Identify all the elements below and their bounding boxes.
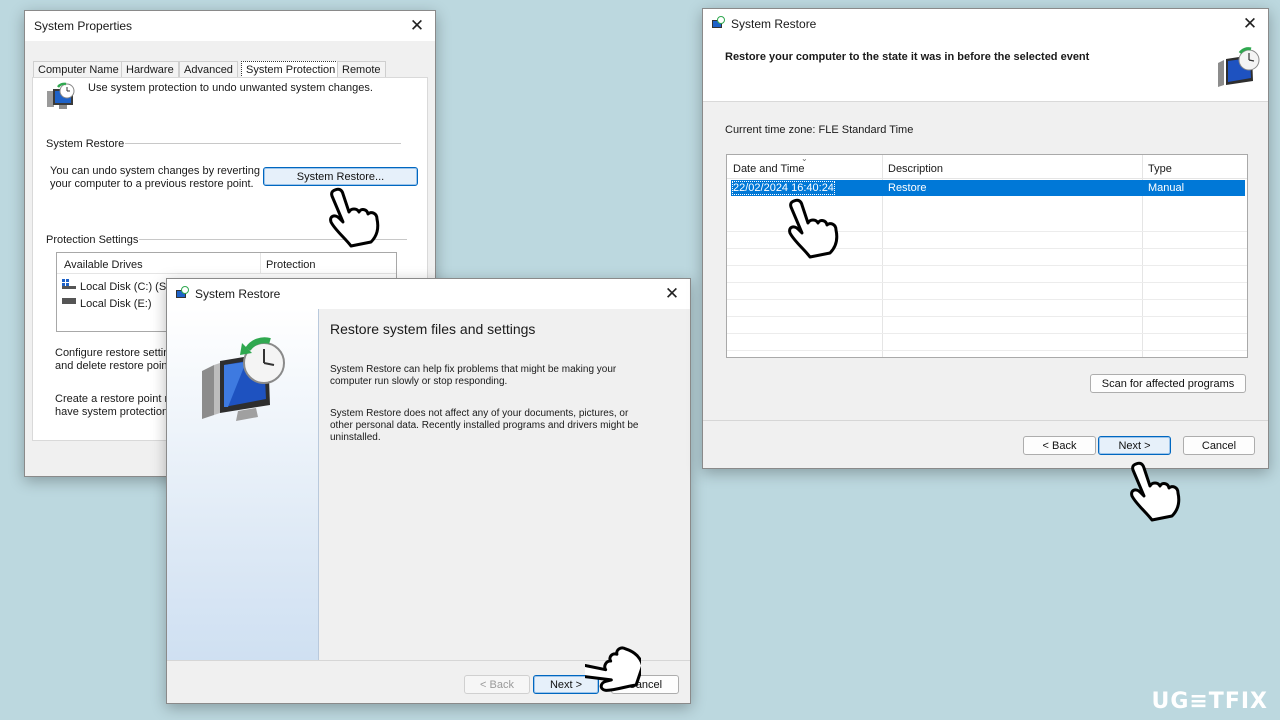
system-restore-icon (176, 286, 189, 298)
list-item[interactable]: Local Disk (E:) (80, 298, 152, 310)
cell-date: 22/02/2024 16:40:24 (732, 181, 835, 195)
back-button[interactable]: < Back (464, 675, 530, 694)
wizard-paragraph2-line3: uninstalled. (330, 432, 381, 443)
computer-restore-icon (47, 82, 75, 109)
tab-remote[interactable]: Remote (337, 61, 386, 78)
title-bar: System Restore ✕ Restore your computer t… (703, 9, 1268, 101)
empty-row (727, 265, 1247, 283)
hand-pointer-icon (329, 187, 380, 248)
window-title: System Restore (195, 287, 281, 301)
window-title: System Restore (731, 17, 817, 31)
hand-pointer-icon (788, 198, 839, 259)
list-item[interactable]: Local Disk (C:) (Sy (80, 281, 172, 293)
tab-hardware[interactable]: Hardware (121, 61, 179, 78)
tab-system-protection[interactable]: System Protection (241, 61, 341, 78)
title-bar: System Properties ✕ (25, 11, 435, 41)
sort-arrow-icon: ⌄ (801, 154, 808, 163)
hand-pointer-icon (585, 646, 641, 692)
empty-row (727, 299, 1247, 317)
close-button[interactable]: ✕ (1238, 12, 1262, 36)
wizard-header-text: Restore your computer to the state it wa… (725, 51, 1090, 63)
create-text-line2: have system protection (55, 406, 169, 418)
configure-text-line2: and delete restore point (55, 360, 171, 372)
footer-divider (703, 420, 1268, 421)
empty-row (727, 282, 1247, 300)
cell-description: Restore (888, 182, 927, 194)
table-row[interactable]: 22/02/2024 16:40:24 Restore Manual (731, 180, 1245, 196)
intro-text: Use system protection to undo unwanted s… (88, 82, 373, 94)
wizard-paragraph2-line2: other personal data. Recently installed … (330, 420, 639, 431)
system-restore-button[interactable]: System Restore... (263, 167, 418, 186)
close-button[interactable]: ✕ (405, 14, 429, 38)
column-divider (260, 253, 261, 273)
computer-clock-icon (202, 337, 285, 421)
computer-clock-icon (1218, 47, 1260, 87)
system-restore-group-label: System Restore (46, 138, 125, 150)
configure-text-line1: Configure restore setting (55, 347, 176, 359)
empty-row (727, 316, 1247, 334)
column-protection[interactable]: Protection (266, 259, 316, 271)
wizard-heading: Restore system files and settings (330, 321, 536, 337)
system-restore-icon (712, 16, 725, 28)
create-text-line1: Create a restore point rig (55, 393, 177, 405)
drive-icon (62, 298, 76, 304)
scan-affected-programs-button[interactable]: Scan for affected programs (1090, 374, 1246, 393)
back-button[interactable]: < Back (1023, 436, 1096, 455)
watermark-logo: UG≡TFIX (1151, 689, 1268, 714)
wizard-paragraph2-line1: System Restore does not affect any of yo… (330, 408, 629, 419)
group-divider (125, 143, 401, 144)
timezone-label: Current time zone: FLE Standard Time (725, 124, 914, 136)
restore-description-line2: your computer to a previous restore poin… (50, 178, 254, 190)
wizard-paragraph1-line2: computer run slowly or stop responding. (330, 376, 508, 387)
cancel-button[interactable]: Cancel (1183, 436, 1255, 455)
cell-type: Manual (1148, 182, 1185, 194)
column-available-drives[interactable]: Available Drives (64, 259, 143, 271)
wizard-paragraph1-line1: System Restore can help fix problems tha… (330, 364, 617, 375)
close-button[interactable]: ✕ (660, 282, 684, 306)
tab-advanced[interactable]: Advanced (179, 61, 238, 78)
tab-computer-name[interactable]: Computer Name (33, 61, 124, 78)
header-divider (703, 101, 1268, 102)
column-type[interactable]: Type (1148, 163, 1172, 175)
column-date-and-time[interactable]: Date and Time (733, 163, 805, 175)
restore-description-line1: You can undo system changes by reverting (50, 165, 260, 177)
hand-pointer-icon (1130, 461, 1181, 522)
windows-drive-icon (62, 279, 76, 289)
title-bar: System Restore ✕ (167, 279, 690, 309)
next-button[interactable]: Next > (1098, 436, 1171, 455)
empty-row (727, 333, 1247, 351)
column-description[interactable]: Description (888, 163, 943, 175)
protection-settings-group-label: Protection Settings (46, 234, 139, 246)
window-title: System Properties (34, 19, 133, 33)
